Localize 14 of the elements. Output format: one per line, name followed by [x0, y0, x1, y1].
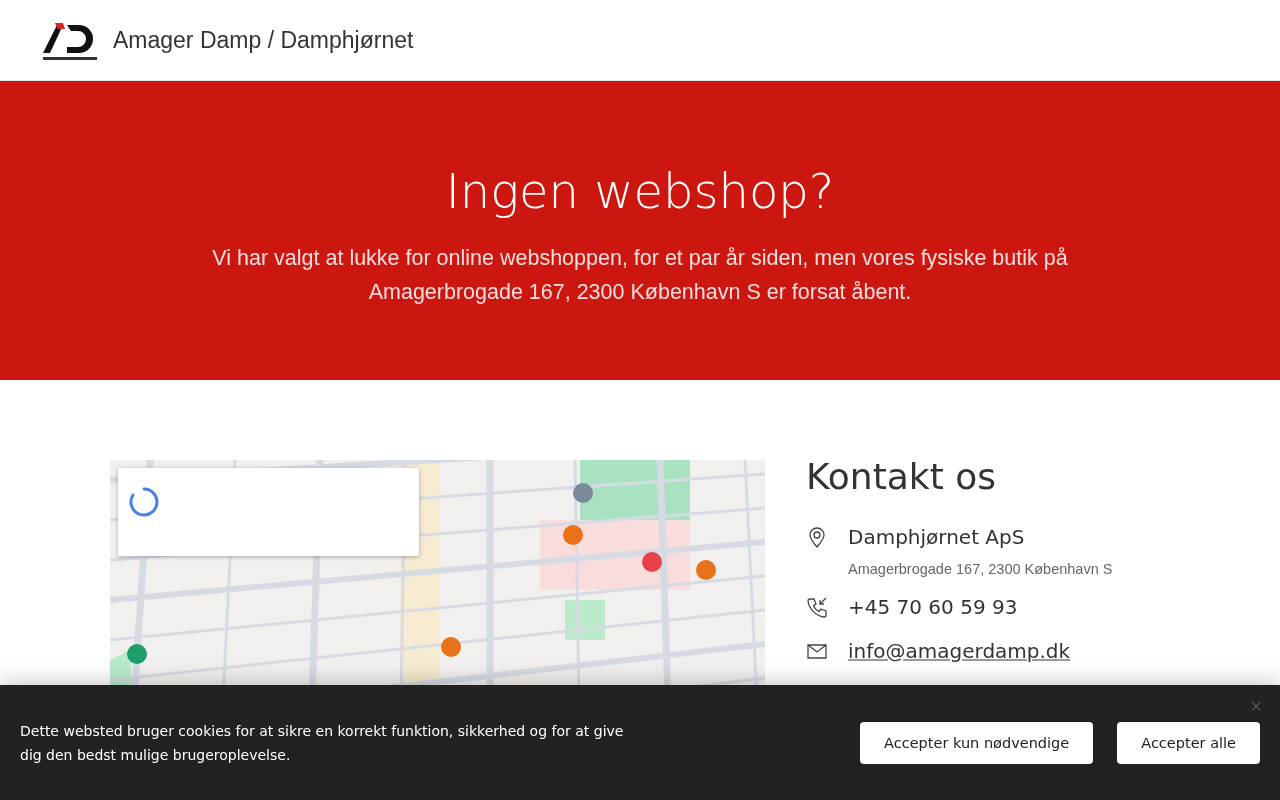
email-link[interactable]: info@amagerdamp.dk [848, 639, 1071, 663]
phone-icon [806, 596, 828, 618]
accept-button[interactable]: Accepter kun nødvendige [860, 721, 1094, 764]
site-title[interactable]: Amager Damp / Damphjørnet [113, 26, 414, 54]
cookie-text: Dette websted bruger cookies for at sikre en korrekt funktion, sikkerhed og for at give dig den bedst mulige brugeroplevelse. [20, 721, 625, 765]
loading-spinner-icon [129, 487, 159, 517]
accept-button[interactable]: Accepter alle [1117, 721, 1260, 764]
hero-title: Ingen webshop? [445, 162, 835, 221]
company-name: Damphjørnet ApS [848, 524, 1026, 551]
location-pin-icon [806, 526, 828, 548]
address-text: Amagerbrogade 167, 2300 København S [848, 561, 1113, 577]
hero-text: Vi har valgt at lukke for online webshoppen, for et par år siden, men vores fysiske butik på Amagerbrogade 167, 2300 København S er forsat åbent. [211, 245, 1069, 306]
phone-number: +45 70 60 59 93 [848, 594, 1018, 621]
contact-heading: Kontakt os [806, 456, 998, 497]
